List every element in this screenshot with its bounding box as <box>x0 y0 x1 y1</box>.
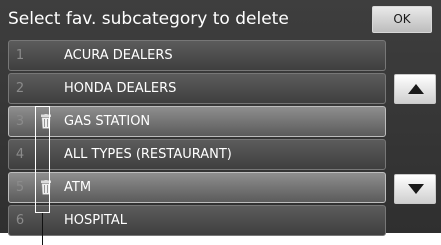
scroll-up-button[interactable] <box>394 74 436 104</box>
row-label: GAS STATION <box>64 114 151 129</box>
list-item[interactable]: 5 ATM <box>8 172 386 203</box>
row-number: 6 <box>15 213 25 228</box>
row-number: 1 <box>15 48 25 63</box>
navigation-screen: Select fav. subcategory to delete OK 1 A… <box>0 0 441 236</box>
ok-button[interactable]: OK <box>372 6 432 33</box>
row-number: 4 <box>15 147 25 162</box>
row-label: ALL TYPES (RESTAURANT) <box>64 147 232 162</box>
scroll-down-button[interactable] <box>394 174 436 204</box>
row-label: HOSPITAL <box>64 213 128 228</box>
page-title: Select fav. subcategory to delete <box>8 9 289 29</box>
row-number: 5 <box>15 180 25 195</box>
trash-icon-callout-bracket <box>35 106 50 213</box>
list-item[interactable]: 4 ALL TYPES (RESTAURANT) <box>8 139 386 170</box>
row-label: ATM <box>64 180 92 195</box>
list-item[interactable]: 2 HONDA DEALERS <box>8 73 386 104</box>
triangle-down-icon <box>408 184 424 194</box>
subcategory-list: 1 ACURA DEALERS 2 HONDA DEALERS 3 GAS ST… <box>8 40 386 238</box>
list-item[interactable]: 3 GAS STATION <box>8 106 386 137</box>
list-item[interactable]: 6 HOSPITAL <box>8 205 386 236</box>
callout-leader-line <box>42 213 43 245</box>
row-label: HONDA DEALERS <box>64 81 177 96</box>
list-item[interactable]: 1 ACURA DEALERS <box>8 40 386 71</box>
row-number: 3 <box>15 114 25 129</box>
row-number: 2 <box>15 81 25 96</box>
triangle-up-icon <box>408 84 424 94</box>
row-label: ACURA DEALERS <box>64 48 173 63</box>
